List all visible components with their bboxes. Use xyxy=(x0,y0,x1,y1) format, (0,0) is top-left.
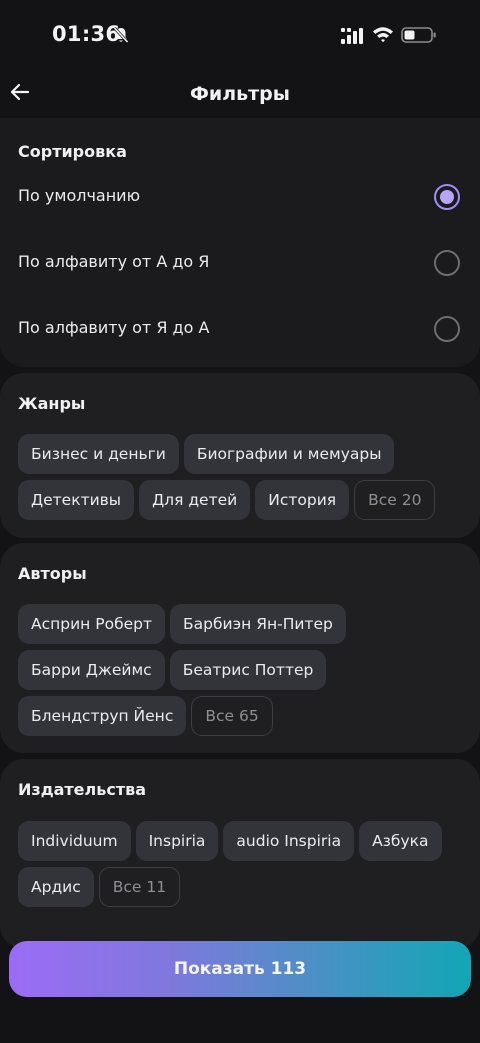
genres-title: Жанры xyxy=(18,394,86,413)
authors-title: Авторы xyxy=(18,564,87,583)
sort-option-z-to-a[interactable]: По алфавиту от Я до А xyxy=(0,302,480,358)
publishers-title: Издательства xyxy=(18,780,147,799)
radio-button[interactable] xyxy=(434,250,460,276)
publisher-chip[interactable]: audio Inspiria xyxy=(223,821,355,861)
publisher-chip[interactable]: Inspiria xyxy=(135,821,219,861)
authors-chip-list: Асприн Роберт Барбиэн Ян-Питер Барри Дже… xyxy=(18,604,466,736)
bell-off-icon xyxy=(113,26,129,44)
sort-option-default[interactable]: По умолчанию xyxy=(0,170,480,226)
publisher-chip[interactable]: Ардис xyxy=(18,867,94,907)
authors-show-all-button[interactable]: Все 65 xyxy=(191,696,273,736)
genre-chip[interactable]: Бизнес и деньги xyxy=(18,434,179,474)
publishers-chip-list: Individuum Inspiria audio Inspiria Азбук… xyxy=(18,821,466,907)
sorting-title: Сортировка xyxy=(18,142,127,161)
genre-chip[interactable]: Детективы xyxy=(18,480,135,520)
status-bar: 01:36 xyxy=(0,0,480,70)
cellular-signal-icon xyxy=(341,28,363,44)
author-chip[interactable]: Барбиэн Ян-Питер xyxy=(170,604,346,644)
genre-chip[interactable]: История xyxy=(255,480,350,520)
show-results-button[interactable]: Показать 113 xyxy=(9,941,471,997)
genres-chip-list: Бизнес и деньги Биографии и мемуары Дете… xyxy=(18,434,466,520)
sorting-card: Сортировка По умолчанию По алфавиту от А… xyxy=(0,118,480,367)
author-chip[interactable]: Барри Джеймс xyxy=(18,650,165,690)
battery-icon xyxy=(401,27,436,43)
genre-chip[interactable]: Биографии и мемуары xyxy=(183,434,395,474)
publisher-chip[interactable]: Азбука xyxy=(359,821,442,861)
page-title: Фильтры xyxy=(190,83,290,105)
radio-button[interactable] xyxy=(434,316,460,342)
author-chip[interactable]: Асприн Роберт xyxy=(18,604,166,644)
publisher-chip[interactable]: Individuum xyxy=(18,821,131,861)
author-chip[interactable]: Блендструп Йенс xyxy=(18,696,187,736)
authors-card: Авторы Асприн Роберт Барбиэн Ян-Питер Ба… xyxy=(0,543,480,753)
author-chip[interactable]: Беатрис Поттер xyxy=(169,650,327,690)
publishers-card: Издательства Individuum Inspiria audio I… xyxy=(0,759,480,949)
sort-option-label: По умолчанию xyxy=(18,186,141,205)
wifi-icon xyxy=(373,27,393,43)
genres-card: Жанры Бизнес и деньги Биографии и мемуар… xyxy=(0,373,480,538)
genre-chip[interactable]: Для детей xyxy=(139,480,251,520)
sort-option-label: По алфавиту от Я до А xyxy=(18,318,210,337)
sort-option-label: По алфавиту от А до Я xyxy=(18,252,210,271)
top-app-bar: Фильтры xyxy=(0,70,480,122)
genres-show-all-button[interactable]: Все 20 xyxy=(354,480,436,520)
radio-button-checked[interactable] xyxy=(434,184,460,210)
sort-option-a-to-z[interactable]: По алфавиту от А до Я xyxy=(0,236,480,292)
status-time: 01:36 xyxy=(52,22,121,46)
publishers-show-all-button[interactable]: Все 11 xyxy=(98,867,181,907)
